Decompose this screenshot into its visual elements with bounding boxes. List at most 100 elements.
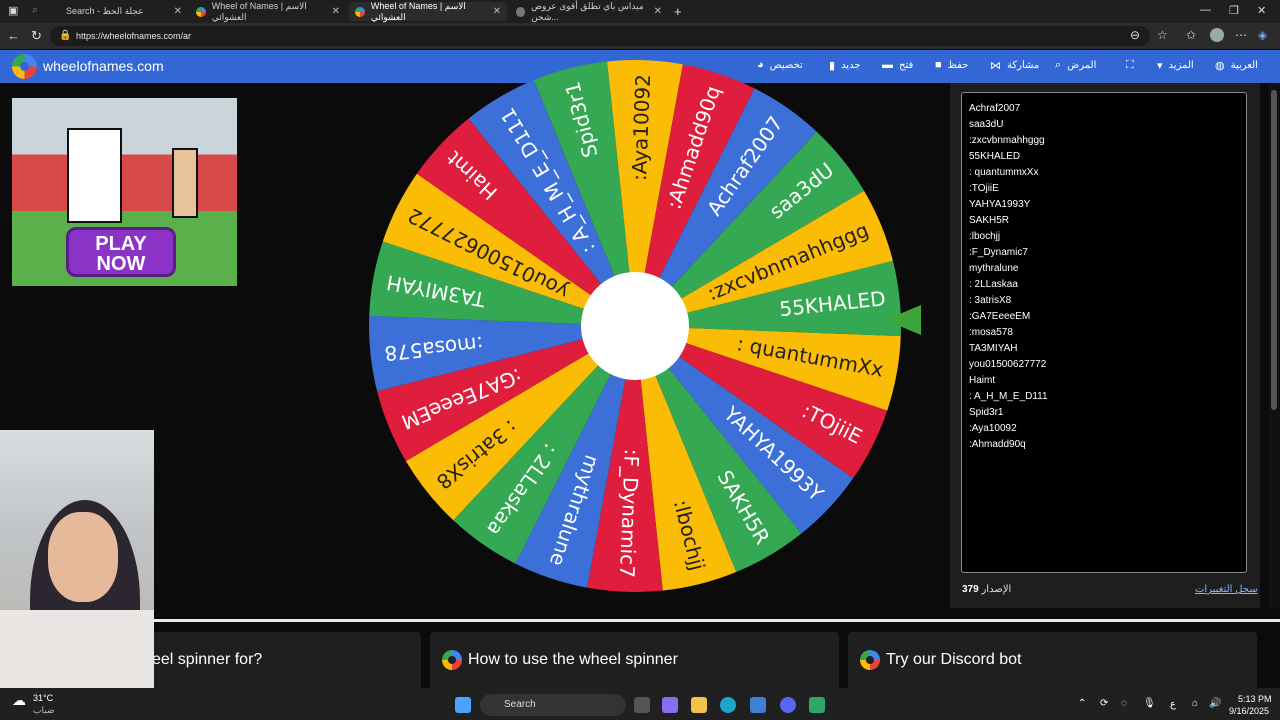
volume-icon[interactable]: 🔊 xyxy=(1209,698,1221,709)
close-icon[interactable]: ✕ xyxy=(493,6,501,17)
card-how-to-use[interactable]: How to use the wheel spinner xyxy=(430,632,839,688)
menu-language[interactable]: ◍ العربية xyxy=(1215,59,1258,72)
menu-gallery[interactable]: ⌕ المرض xyxy=(1055,59,1096,72)
entries-textarea[interactable]: Achraf2007 saa3dU:zxcvbnmahhggg 55KHALED: … xyxy=(961,92,1247,573)
reader-icon[interactable]: ⊖ xyxy=(1130,28,1140,42)
weather-temp[interactable]: 31°C xyxy=(33,693,53,703)
sidebar-toggle-icon[interactable]: ▣ xyxy=(8,4,18,17)
entry-line[interactable]: Spid3r1 xyxy=(969,405,1239,421)
wifi-icon[interactable]: ⌂ xyxy=(1192,698,1198,709)
entry-line[interactable]: saa3dU xyxy=(969,117,1239,133)
wheel-pointer-icon xyxy=(885,305,921,335)
tab-search[interactable]: Search - عجلة الحظ ✕ xyxy=(60,2,188,21)
entry-line[interactable]: Haimt xyxy=(969,373,1239,389)
input-language[interactable]: ع xyxy=(1170,699,1176,710)
entry-line[interactable]: :mosa578 xyxy=(969,325,1239,341)
entry-line[interactable]: : quantummxXx xyxy=(969,165,1239,181)
entry-line[interactable]: : A_H_M_E_D111 xyxy=(969,389,1239,405)
back-icon[interactable]: ← xyxy=(7,28,20,43)
copilot-icon[interactable]: ◈ xyxy=(1258,28,1267,42)
tab-midasbuy[interactable]: ميداس باي تطلق أقوى عروض شحن... ✕ xyxy=(510,0,668,22)
wheel-logo-icon[interactable] xyxy=(12,54,37,79)
new-tab-icon[interactable]: + xyxy=(674,4,682,19)
window-close-icon[interactable]: ✕ xyxy=(1257,4,1266,17)
url-field[interactable]: 🔒 https://wheelofnames.com/ar xyxy=(50,26,1150,46)
entry-line[interactable]: YAHYA1993Y xyxy=(969,197,1239,213)
close-icon[interactable]: ✕ xyxy=(332,6,340,17)
chevron-up-icon[interactable]: ⌃ xyxy=(1078,698,1086,709)
wheel-svg[interactable]: 55KHALED: quantummXx:TOjiiEYAHYA1993YSAK… xyxy=(369,60,901,592)
menu-more[interactable]: ▾ المزيد xyxy=(1157,59,1194,72)
entry-line[interactable]: :GA7EeeeEM xyxy=(969,309,1239,325)
card-discord-bot[interactable]: Try our Discord bot xyxy=(848,632,1257,688)
entry-line[interactable]: : 2LLaskaa xyxy=(969,277,1239,293)
globe-favicon-icon xyxy=(516,6,526,17)
entry-line[interactable]: :lbochjj xyxy=(969,229,1239,245)
close-icon[interactable]: ✕ xyxy=(174,6,182,17)
clock-time[interactable]: 5:13 PM xyxy=(1238,694,1272,704)
tab-label: Wheel of Names | الاسم العشوائي xyxy=(211,0,307,22)
restore-icon[interactable]: ❐ xyxy=(1229,4,1239,17)
menu-share[interactable]: ⋈ مشاركة xyxy=(990,59,1039,72)
refresh-icon[interactable]: ↻ xyxy=(31,28,42,44)
tab-label: ميداس باي تطلق أقوى عروض شحن... xyxy=(531,0,644,22)
weather-icon[interactable]: ☁ xyxy=(12,692,26,709)
tab-wheel-1[interactable]: Wheel of Names | الاسم العشوائي ✕ xyxy=(190,0,346,22)
app-icon[interactable] xyxy=(809,697,825,713)
profile-avatar[interactable] xyxy=(1210,28,1224,42)
copilot-app-icon[interactable] xyxy=(662,697,678,713)
url-text: https://wheelofnames.com/ar xyxy=(76,31,192,41)
version-number: 379 xyxy=(962,584,979,595)
card-what-for[interactable]: eel spinner for? xyxy=(140,632,421,688)
wheel-logo-icon xyxy=(860,650,880,670)
star-icon[interactable]: ☆ xyxy=(1157,28,1168,42)
start-icon[interactable] xyxy=(455,697,471,713)
file-explorer-icon[interactable] xyxy=(691,697,707,713)
clock-date[interactable]: 9/16/2025 xyxy=(1229,706,1269,716)
favorites-icon[interactable]: ✩ xyxy=(1186,28,1196,42)
play-now-button[interactable]: PLAY NOW xyxy=(66,227,176,277)
entry-line[interactable]: :Aya10092 xyxy=(969,421,1239,437)
minimize-icon[interactable]: — xyxy=(1200,4,1211,16)
task-view-icon[interactable] xyxy=(634,697,650,713)
ad-character xyxy=(172,148,198,218)
wheel-segment-label: :F_Dynamic7 xyxy=(615,448,644,578)
entry-line[interactable]: 55KHALED xyxy=(969,149,1239,165)
tab-wheel-2[interactable]: Wheel of Names | الاسم العشوائي ✕ xyxy=(349,1,507,22)
scrollbar-thumb[interactable] xyxy=(1271,90,1277,410)
entry-line[interactable]: Achraf2007 xyxy=(969,101,1239,117)
taskbar-search[interactable]: Search xyxy=(480,694,626,716)
search-icon: ⌕ xyxy=(1055,59,1062,71)
menu-save[interactable]: ■ حفظ xyxy=(935,59,968,71)
entry-line[interactable]: : 3atrisX8 xyxy=(969,293,1239,309)
menu-fullscreen[interactable]: ⛶ xyxy=(1126,59,1134,72)
menu-label: فتح xyxy=(899,59,914,71)
close-icon[interactable]: ✕ xyxy=(654,6,662,17)
network-icon[interactable]: ◌ xyxy=(1121,698,1127,709)
entry-line[interactable]: :zxcvbnmahhggg xyxy=(969,133,1239,149)
menu-label: حفظ xyxy=(947,59,969,71)
menu-label: العربية xyxy=(1230,60,1258,71)
discord-icon[interactable] xyxy=(780,697,796,713)
entry-line[interactable]: SAKH5R xyxy=(969,213,1239,229)
entry-line[interactable]: you01500627772 xyxy=(969,357,1239,373)
edge-icon[interactable] xyxy=(720,697,736,713)
entry-line[interactable]: :F_Dynamic7 xyxy=(969,245,1239,261)
entry-line[interactable]: mythralune xyxy=(969,261,1239,277)
entry-line[interactable]: :Ahmadd90q xyxy=(969,437,1239,453)
entry-line[interactable]: TA3MIYAH xyxy=(969,341,1239,357)
weather-desc[interactable]: ضباب xyxy=(33,705,55,716)
brand-name[interactable]: wheelofnames.com xyxy=(43,58,164,74)
card-title: Try our Discord bot xyxy=(886,651,1022,668)
changelog-link[interactable]: سجل التغييرات xyxy=(1195,584,1258,595)
store-icon[interactable] xyxy=(750,697,766,713)
entry-line[interactable]: :TOjiiE xyxy=(969,181,1239,197)
share-icon: ⋈ xyxy=(990,60,1001,72)
microphone-icon[interactable]: 🎙 xyxy=(1143,698,1156,709)
search-tab-icon[interactable]: ⌕ xyxy=(32,4,38,17)
more-options-icon[interactable]: ⋯ xyxy=(1235,28,1247,42)
sync-icon[interactable]: ⟳ xyxy=(1100,698,1108,709)
wheel[interactable]: 55KHALED: quantummXx:TOjiiE YAHYA1993Y SAK… xyxy=(369,60,901,592)
wheel-center[interactable] xyxy=(581,272,689,380)
menu-label: مشاركة xyxy=(1007,60,1040,71)
